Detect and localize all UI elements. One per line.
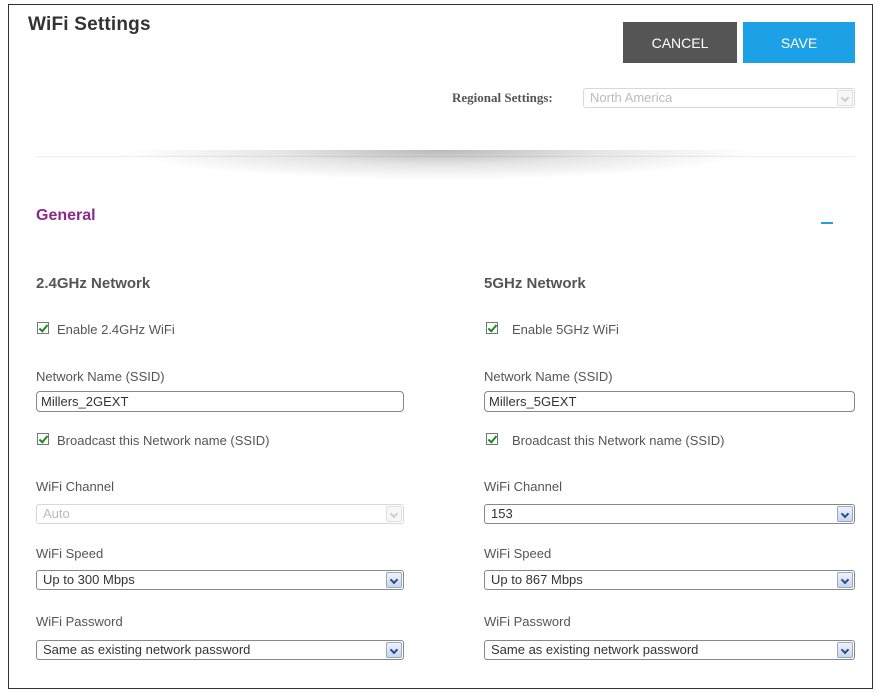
channel-5-select[interactable]: 153 [484, 504, 855, 524]
network-5-title: 5GHz Network [484, 275, 586, 292]
cancel-button[interactable]: CANCEL [623, 22, 737, 63]
password-5-label: WiFi Password [484, 614, 571, 629]
network-24-title: 2.4GHz Network [36, 275, 151, 292]
broadcast-24-label: Broadcast this Network name (SSID) [57, 433, 270, 448]
regional-settings-value: North America [590, 90, 673, 105]
ssid-24-label: Network Name (SSID) [36, 369, 165, 384]
enable-5-label: Enable 5GHz WiFi [512, 322, 619, 337]
broadcast-24-checkbox[interactable] [37, 433, 49, 445]
divider-shadow [120, 150, 760, 180]
broadcast-5-label: Broadcast this Network name (SSID) [512, 433, 725, 448]
ssid-24-input[interactable]: Millers_2GEXT [36, 391, 404, 412]
ssid-5-label: Network Name (SSID) [484, 369, 613, 384]
general-section-title: General [36, 207, 96, 224]
enable-24-label: Enable 2.4GHz WiFi [57, 322, 175, 337]
enable-24-checkbox[interactable] [37, 322, 49, 334]
channel-24-label: WiFi Channel [36, 479, 115, 494]
chevron-down-icon [837, 90, 853, 106]
broadcast-5-checkbox[interactable] [486, 433, 498, 445]
chevron-down-icon[interactable] [386, 642, 402, 658]
regional-settings-select: North America [583, 88, 855, 108]
ssid-5-input[interactable]: Millers_5GEXT [484, 391, 855, 412]
enable-5-checkbox[interactable] [486, 322, 498, 334]
password-24-value: Same as existing network password [43, 642, 251, 657]
password-5-select[interactable]: Same as existing network password [484, 640, 855, 660]
chevron-down-icon[interactable] [386, 572, 402, 588]
chevron-down-icon[interactable] [837, 572, 853, 588]
channel-5-label: WiFi Channel [484, 479, 563, 494]
page-title: WiFi Settings [28, 14, 151, 35]
password-5-value: Same as existing network password [491, 642, 699, 657]
chevron-down-icon [386, 506, 402, 522]
channel-24-value: Auto [43, 506, 70, 521]
chevron-down-icon[interactable] [837, 642, 853, 658]
password-24-select[interactable]: Same as existing network password [36, 640, 404, 660]
speed-24-select[interactable]: Up to 300 Mbps [36, 570, 404, 590]
speed-5-select[interactable]: Up to 867 Mbps [484, 570, 855, 590]
speed-24-label: WiFi Speed [36, 546, 104, 561]
speed-5-value: Up to 867 Mbps [491, 572, 583, 587]
speed-24-value: Up to 300 Mbps [43, 572, 135, 587]
chevron-down-icon[interactable] [837, 506, 853, 522]
password-24-label: WiFi Password [36, 614, 123, 629]
channel-5-value: 153 [491, 506, 513, 521]
speed-5-label: WiFi Speed [484, 546, 552, 561]
save-button[interactable]: SAVE [743, 22, 855, 63]
regional-settings-label: Regional Settings: [452, 90, 553, 105]
channel-24-select: Auto [36, 504, 404, 524]
minus-icon[interactable] [821, 222, 833, 224]
